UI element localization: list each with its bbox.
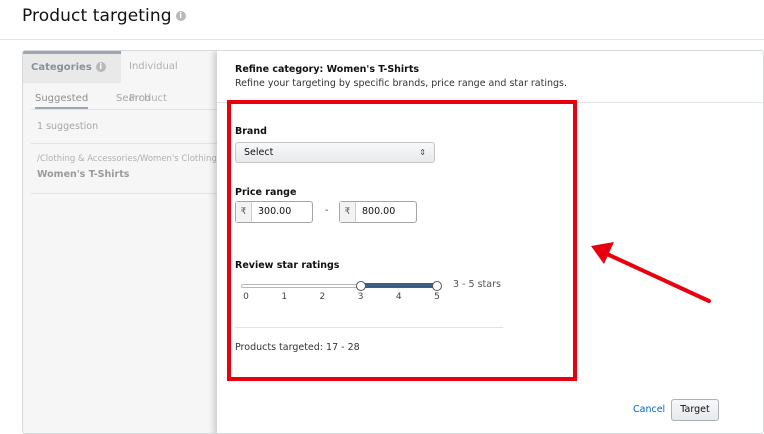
highlight-annotation-box [227,100,577,381]
target-button[interactable]: Target [671,399,719,421]
divider [31,109,217,110]
category-name[interactable]: Women's T-Shirts [37,169,129,180]
page-header: Product targeting i [0,0,764,40]
refine-subtitle: Refine your targeting by specific brands… [235,78,567,89]
divider [31,193,217,194]
info-icon[interactable]: i [175,11,186,21]
tab-individual-products[interactable]: Individual Product [121,51,217,104]
subtab-suggested[interactable]: Suggested [35,93,89,109]
page-title: Product targeting i [22,6,186,26]
divider [31,143,217,144]
left-panel: Categories i Individual Product Suggested… [23,51,228,433]
cancel-button[interactable]: Cancel [633,404,665,415]
refine-title: Refine category: Women's T-Shirts [235,64,420,75]
info-icon: i [95,62,106,72]
subtab-search[interactable]: Search [116,93,150,104]
suggestion-count: 1 suggestion [37,121,99,132]
tab-bar: Categories i Individual Product [23,51,217,104]
category-path: /Clothing & Accessories/Women's Clothing… [37,154,229,164]
tab-categories[interactable]: Categories i [23,51,121,83]
